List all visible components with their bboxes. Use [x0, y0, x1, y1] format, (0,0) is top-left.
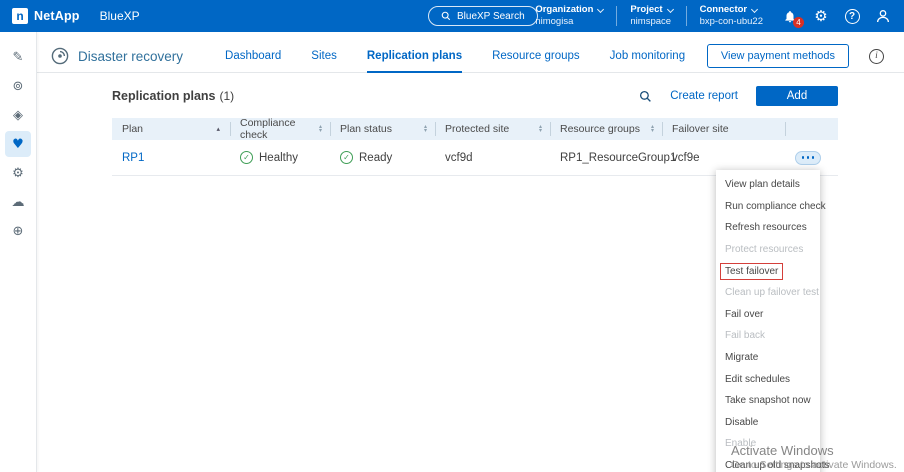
menu-item-disable[interactable]: Disable: [716, 412, 820, 434]
list-count: (1): [220, 89, 235, 103]
help-icon: ?: [845, 9, 860, 24]
resource-groups-value: RP1_ResourceGroup1: [560, 152, 676, 164]
main-area: Disaster recovery Dashboard Sites Replic…: [37, 32, 904, 472]
add-plan-button[interactable]: Add: [756, 86, 838, 106]
chevron-down-icon: [667, 6, 674, 13]
page-title: Disaster recovery: [78, 49, 183, 64]
sort-icon[interactable]: ▴▾: [424, 125, 427, 134]
menu-item-clean-up-old-snapshots[interactable]: Clean up old snapshots: [716, 455, 820, 472]
table-search-icon[interactable]: [639, 90, 652, 103]
organization-value: nimogisa: [535, 16, 603, 28]
chevron-down-icon: [597, 6, 604, 13]
menu-item-migrate[interactable]: Migrate: [716, 347, 820, 369]
healthy-check-icon: ✓: [240, 151, 253, 164]
notification-count-badge: 4: [793, 17, 804, 28]
connector-value: bxp-con-ubu22: [700, 16, 763, 28]
menu-item-protect-resources: Protect resources: [716, 239, 820, 261]
project-selector[interactable]: Project nimspace: [630, 4, 672, 28]
service-header: Disaster recovery Dashboard Sites Replic…: [37, 40, 904, 73]
globe-icon: ⊕: [13, 224, 24, 239]
tab-sites[interactable]: Sites: [311, 40, 337, 73]
search-icon: [441, 11, 451, 21]
tab-dashboard[interactable]: Dashboard: [225, 40, 281, 73]
shield-icon: ◈: [13, 108, 23, 123]
sidebar-item-mobility[interactable]: ☁: [5, 189, 31, 215]
menu-item-run-compliance-check[interactable]: Run compliance check: [716, 196, 820, 218]
cloud-icon: ☁: [12, 195, 25, 210]
protection-heart-icon: ♥: [12, 137, 24, 152]
ready-check-icon: ✓: [340, 151, 353, 164]
tab-replication-plans[interactable]: Replication plans: [367, 40, 462, 73]
row-actions-menu-button[interactable]: [795, 151, 821, 165]
column-header-compliance-check[interactable]: Compliance check ▴▾: [230, 118, 330, 140]
organization-selector[interactable]: Organization nimogisa: [535, 4, 603, 28]
pencil-icon: ✎: [13, 50, 24, 65]
sidebar-item-health[interactable]: ◈: [5, 102, 31, 128]
menu-item-take-snapshot-now[interactable]: Take snapshot now: [716, 390, 820, 412]
protected-site-value: vcf9d: [445, 152, 473, 164]
compliance-value: Healthy: [259, 152, 298, 164]
menu-item-enable: Enable: [716, 433, 820, 455]
sidebar-item-canvas[interactable]: ✎: [5, 44, 31, 70]
connector-selector[interactable]: Connector bxp-con-ubu22: [700, 4, 763, 28]
global-search[interactable]: BlueXP Search: [428, 6, 538, 26]
sidebar-item-storage[interactable]: ⊚: [5, 73, 31, 99]
list-header: Replication plans (1) Create report Add: [112, 84, 838, 108]
menu-item-view-plan-details[interactable]: View plan details: [716, 174, 820, 196]
global-search-label: BlueXP Search: [457, 11, 525, 22]
notifications-button[interactable]: 4: [781, 7, 799, 25]
menu-item-clean-up-failover-test: Clean up failover test: [716, 282, 820, 304]
project-value: nimspace: [630, 16, 672, 28]
account-button[interactable]: [874, 7, 892, 25]
menu-item-fail-over[interactable]: Fail over: [716, 304, 820, 326]
bluexp-app-window: n NetApp BlueXP BlueXP Search Organizati…: [0, 0, 904, 472]
replication-plans-table: Plan ▴ Compliance check ▴▾ Plan status ▴…: [112, 118, 838, 176]
control-gear-icon: ⚙: [12, 166, 24, 181]
tab-job-monitoring[interactable]: Job monitoring: [610, 40, 685, 73]
help-button[interactable]: ?: [843, 7, 861, 25]
sort-icon[interactable]: ▴▾: [539, 125, 542, 134]
chevron-down-icon: [751, 6, 758, 13]
plan-link[interactable]: RP1: [122, 152, 144, 164]
list-title: Replication plans: [112, 89, 216, 103]
divider: [686, 6, 687, 26]
sidebar-item-control[interactable]: ⚙: [5, 160, 31, 186]
brand-name: NetApp: [34, 9, 80, 23]
sort-ascending-icon[interactable]: ▴: [216, 125, 220, 133]
column-header-plan-status[interactable]: Plan status ▴▾: [330, 118, 435, 140]
sort-icon[interactable]: ▴▾: [651, 125, 654, 134]
info-icon[interactable]: i: [869, 49, 884, 64]
divider: [616, 6, 617, 26]
storage-icon: ⊚: [13, 79, 24, 94]
column-header-resource-groups[interactable]: Resource groups ▴▾: [550, 118, 662, 140]
create-report-link[interactable]: Create report: [670, 90, 738, 102]
failover-site-value: vcf9e: [672, 152, 700, 164]
sort-icon[interactable]: ▴▾: [319, 125, 322, 134]
tab-bar: Dashboard Sites Replication plans Resour…: [225, 40, 685, 73]
menu-item-test-failover[interactable]: Test failover: [716, 260, 820, 282]
disaster-recovery-icon: [51, 47, 69, 65]
menu-item-fail-back: Fail back: [716, 325, 820, 347]
tab-resource-groups[interactable]: Resource groups: [492, 40, 580, 73]
table-header-row: Plan ▴ Compliance check ▴▾ Plan status ▴…: [112, 118, 838, 140]
column-header-actions: [785, 118, 838, 140]
user-avatar-icon: [875, 8, 891, 24]
service-sidebar: ✎ ⊚ ◈ ♥ ⚙ ☁ ⊕: [0, 32, 37, 472]
sidebar-item-extensions[interactable]: ⊕: [5, 218, 31, 244]
column-header-plan[interactable]: Plan ▴: [112, 118, 230, 140]
column-header-protected-site[interactable]: Protected site ▴▾: [435, 118, 550, 140]
row-actions-context-menu: View plan details Run compliance check R…: [716, 170, 820, 472]
product-name: BlueXP: [100, 9, 140, 23]
view-payment-methods-button[interactable]: View payment methods: [707, 44, 849, 68]
gear-icon: ⚙: [814, 9, 827, 24]
column-header-failover-site[interactable]: Failover site: [662, 118, 785, 140]
menu-item-edit-schedules[interactable]: Edit schedules: [716, 368, 820, 390]
top-bar: n NetApp BlueXP BlueXP Search Organizati…: [0, 0, 904, 32]
menu-item-refresh-resources[interactable]: Refresh resources: [716, 217, 820, 239]
netapp-logo[interactable]: n: [12, 8, 28, 24]
settings-button[interactable]: ⚙: [812, 7, 830, 25]
plan-status-value: Ready: [359, 152, 392, 164]
sidebar-item-protection[interactable]: ♥: [5, 131, 31, 157]
